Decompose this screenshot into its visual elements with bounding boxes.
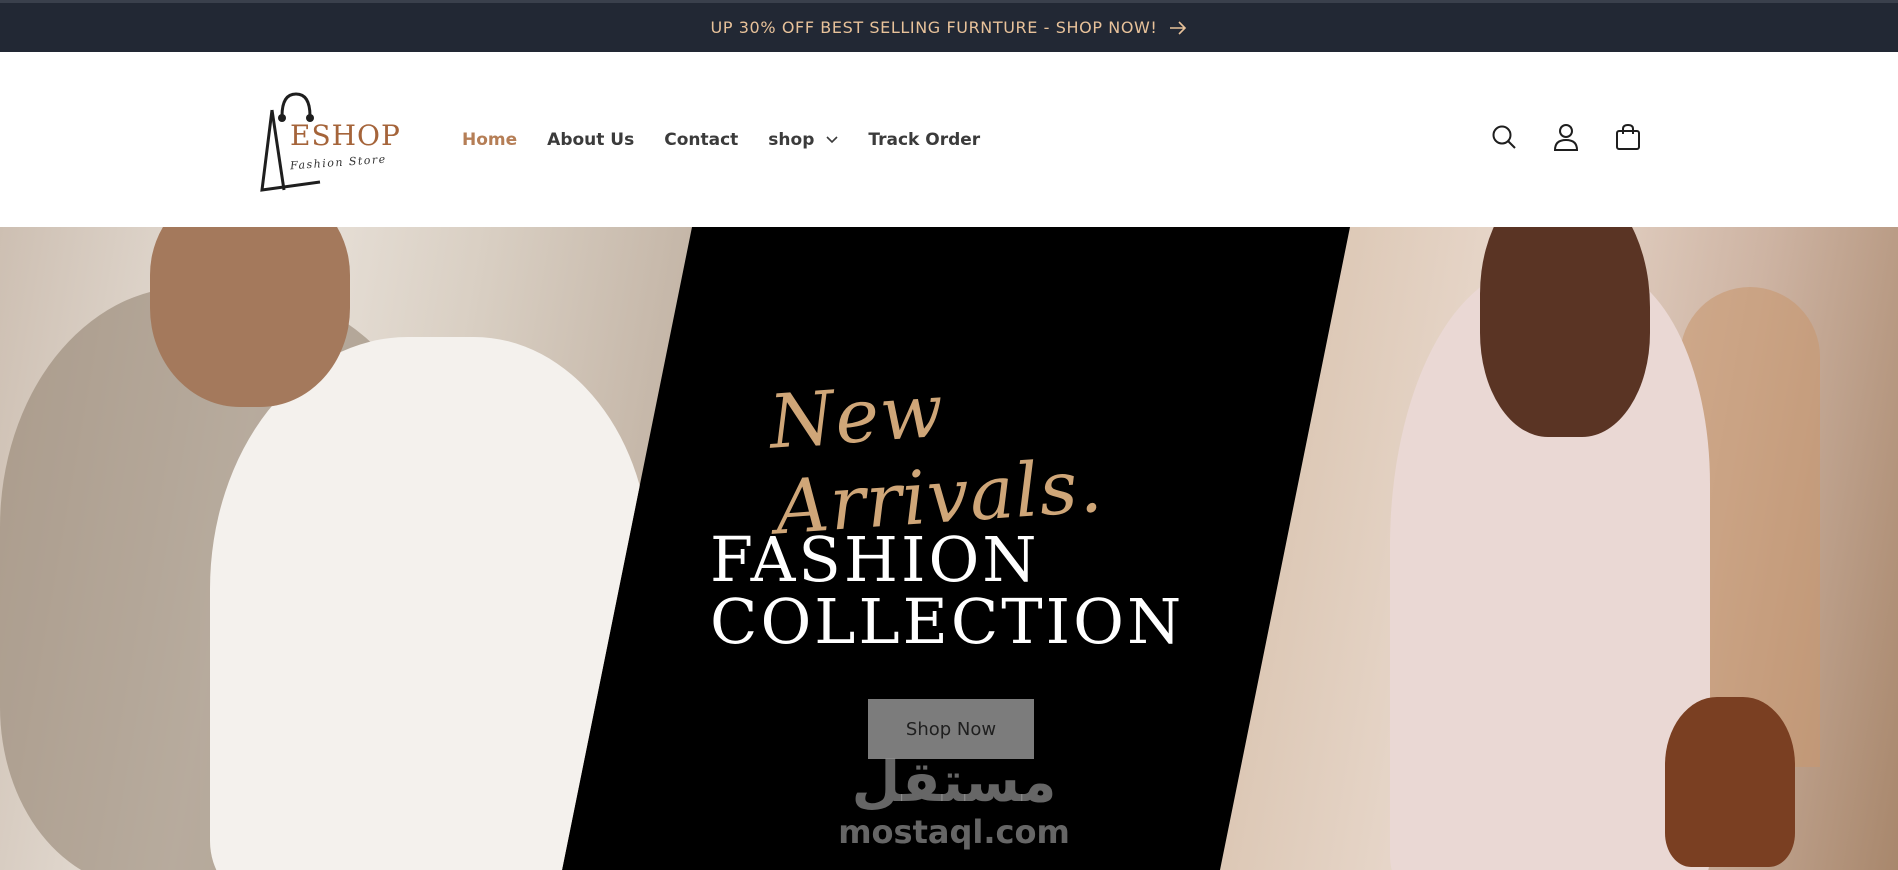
- account-icon[interactable]: [1550, 120, 1582, 154]
- header-icons: [1488, 120, 1644, 154]
- logo[interactable]: ESHOP Fashion Store: [260, 86, 410, 196]
- nav-contact[interactable]: Contact: [664, 130, 738, 150]
- neck-shape: [150, 227, 350, 407]
- nav-track-order[interactable]: Track Order: [868, 130, 980, 150]
- announcement-bar[interactable]: UP 30% OFF BEST SELLING FURNTURE - SHOP …: [0, 0, 1898, 52]
- hero-title-line1: FASHION: [710, 523, 1040, 596]
- hero-title: FASHION COLLECTION: [710, 529, 1184, 653]
- watermark-arabic: مستقل: [851, 750, 1057, 815]
- nav-about-us[interactable]: About Us: [547, 130, 634, 150]
- hero-title-line2: COLLECTION: [710, 585, 1185, 658]
- search-icon[interactable]: [1488, 120, 1520, 154]
- nav-shop[interactable]: shop: [768, 130, 838, 150]
- chevron-down-icon: [826, 135, 838, 144]
- main-nav: Home About Us Contact shop Track Order: [462, 52, 1010, 227]
- handbag-shape: [1665, 697, 1795, 867]
- hero-script-title: New Arrivals.: [766, 367, 1106, 552]
- watermark: مستقل mostaql.com: [834, 750, 1074, 851]
- hair-shape: [1480, 227, 1650, 437]
- site-header: ESHOP Fashion Store Home About Us Contac…: [0, 52, 1898, 227]
- logo-brand: ESHOP: [290, 119, 401, 152]
- watermark-latin: mostaql.com: [838, 813, 1070, 851]
- nav-shop-label: shop: [768, 129, 815, 150]
- cart-icon[interactable]: [1612, 120, 1644, 154]
- arrow-right-icon[interactable]: [1169, 20, 1187, 35]
- hero-content: New Arrivals. FASHION COLLECTION Shop No…: [540, 227, 1360, 870]
- hero-banner: New Arrivals. FASHION COLLECTION Shop No…: [0, 227, 1898, 870]
- nav-home[interactable]: Home: [462, 130, 517, 150]
- announcement-text[interactable]: UP 30% OFF BEST SELLING FURNTURE - SHOP …: [711, 18, 1158, 37]
